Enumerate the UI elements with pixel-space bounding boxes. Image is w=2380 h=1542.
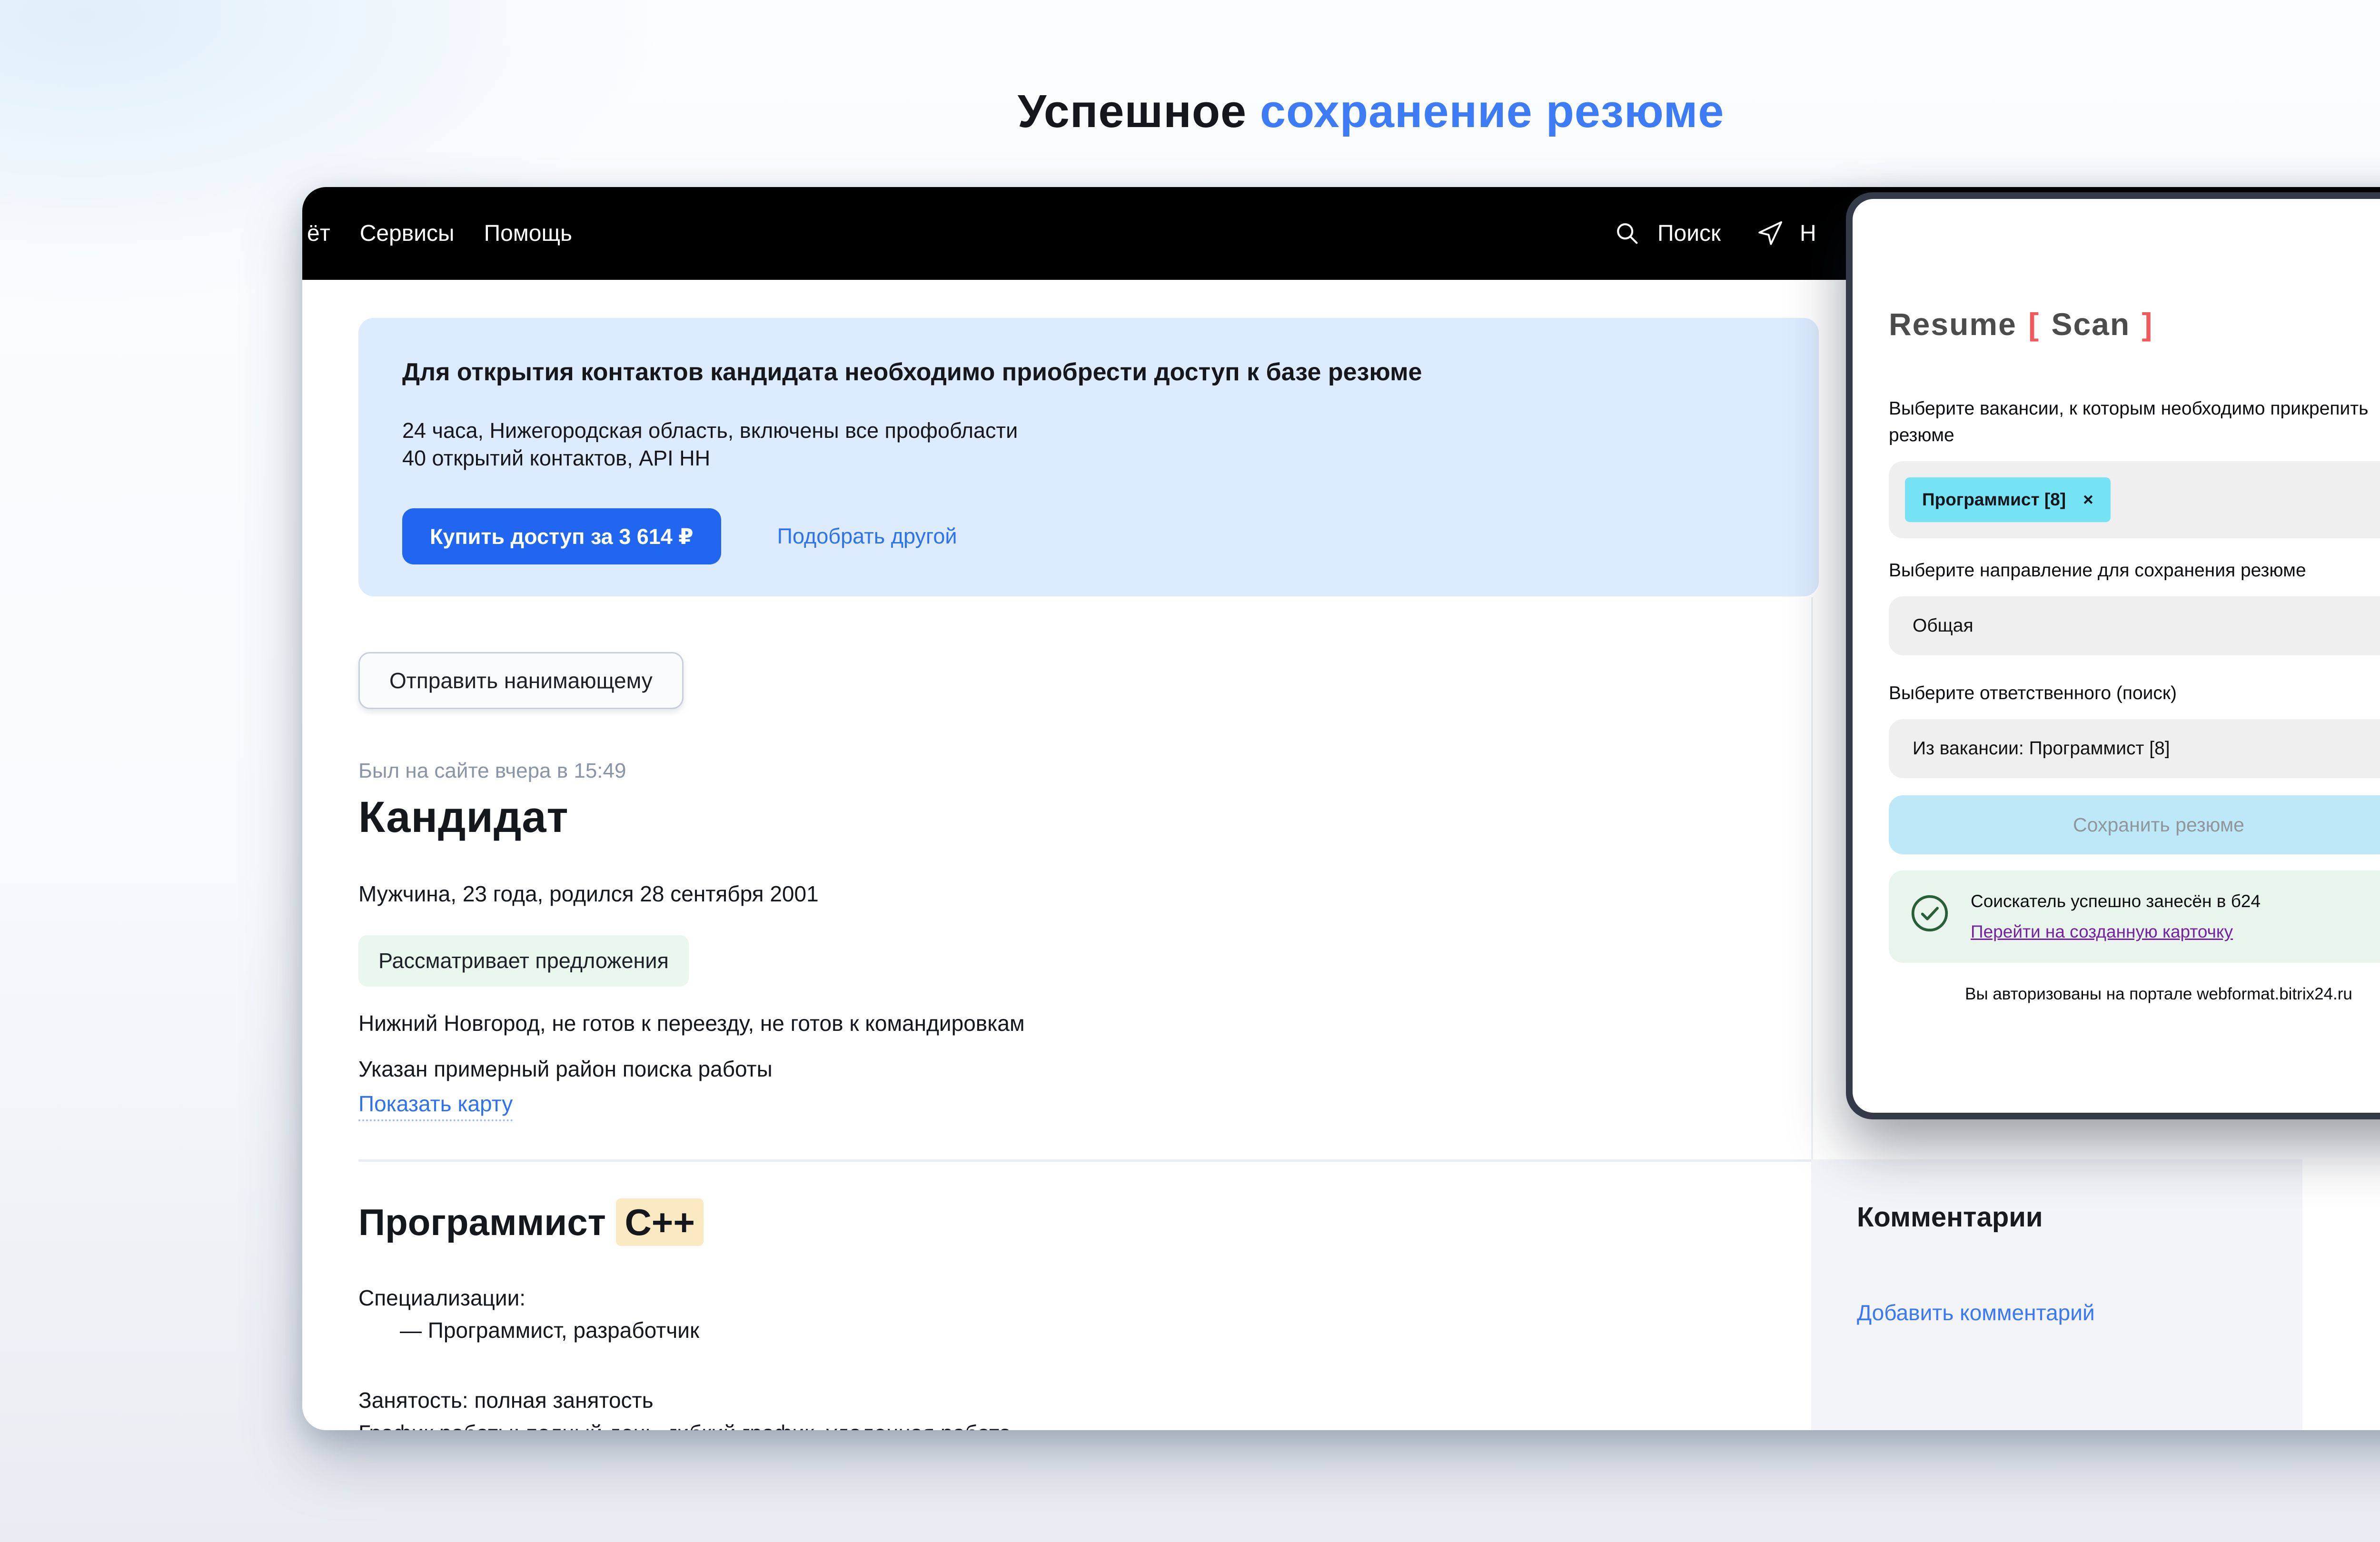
open-created-card-link[interactable]: Перейти на созданную карточку [1971, 922, 2233, 942]
nav-item-services[interactable]: Сервисы [360, 220, 455, 247]
page-title-blue: сохранение резюме [1260, 85, 1724, 137]
comments-title: Комментарии [1857, 1201, 2257, 1233]
specialization-item: — Программист, разработчик [400, 1317, 699, 1343]
add-comment-link[interactable]: Добавить комментарий [1857, 1300, 2095, 1325]
logo-part-scan: Scan [2051, 306, 2130, 342]
resumescan-logo: Resume [ Scan ] [1889, 306, 2155, 342]
banner-actions: Купить доступ за 3 614 ₽ Подобрать друго… [402, 508, 1775, 564]
banner-line-1: 24 часа, Нижегородская область, включены… [402, 417, 1775, 445]
nav-item-search[interactable]: Поиск [1657, 220, 1721, 247]
page-title: Успешное сохранение резюме [0, 85, 2380, 138]
tag-close-icon[interactable]: × [2083, 490, 2093, 510]
banner-heading: Для открытия контактов кандидата необход… [402, 358, 1775, 386]
resumescan-popup-body: Resume [ Scan ] Выберите вакансии, к кот… [1853, 199, 2380, 1113]
candidate-location: Нижний Новгород, не готов к переезду, не… [358, 1010, 1025, 1036]
vertical-divider [1811, 597, 1813, 1159]
direction-select[interactable]: Общая [1889, 596, 2380, 655]
nav-right-group: Поиск Н [1614, 187, 1816, 280]
candidate-summary: Мужчина, 23 года, родился 28 сентября 20… [358, 881, 819, 907]
vacancy-label: Выберите вакансии, к которым необходимо … [1889, 395, 2380, 449]
comments-panel: Комментарии Добавить комментарий [1811, 1159, 2302, 1430]
direction-label: Выберите направление для сохранения резю… [1889, 557, 2380, 584]
banner-subtext: 24 часа, Нижегородская область, включены… [402, 417, 1775, 472]
logo-part-resume: Resume [1889, 306, 2017, 342]
vacancy-field[interactable]: Программист [8] × [1889, 461, 2380, 538]
nav-left-group: ёт Сервисы Помощь [302, 220, 572, 247]
success-message-box: Соискатель успешно занесён в б24 Перейти… [1889, 870, 2380, 963]
responsible-label: Выберите ответственного (поиск) [1889, 680, 2380, 707]
page-title-black: Успешное [1018, 85, 1247, 137]
responsible-select[interactable]: Из вакансии: Программист [8] [1889, 719, 2380, 778]
success-text: Соискатель успешно занесён в б24 [1971, 891, 2261, 911]
nav-item-right-clipped[interactable]: Н [1800, 220, 1816, 247]
schedule-line: График работы: полный день, гибкий графи… [358, 1420, 1011, 1430]
send-to-hirer-button[interactable]: Отправить нанимающему [358, 652, 684, 709]
resumescan-popup: Resume [ Scan ] Выберите вакансии, к кот… [1846, 192, 2380, 1119]
section-divider [358, 1159, 1811, 1162]
logo-bracket-close: ] [2140, 306, 2155, 342]
show-map-link[interactable]: Показать карту [358, 1091, 513, 1121]
check-circle-icon [1908, 891, 1952, 935]
access-banner: Для открытия контактов кандидата необход… [358, 318, 1819, 596]
save-resume-button[interactable]: Сохранить резюме [1889, 795, 2380, 854]
job-title-text: Программист [358, 1201, 606, 1243]
search-icon[interactable] [1614, 220, 1641, 247]
popup-header: Resume [ Scan ] [1889, 306, 2380, 342]
nav-item-help[interactable]: Помощь [484, 220, 572, 247]
specializations-label: Специализации: [358, 1285, 526, 1311]
job-title-highlight: C++ [616, 1198, 703, 1246]
employment-line: Занятость: полная занятость [358, 1387, 654, 1413]
banner-line-2: 40 открытий контактов, API HH [402, 445, 1775, 472]
nav-item-clipped[interactable]: ёт [307, 220, 330, 247]
job-title: Программист C++ [358, 1201, 704, 1244]
candidate-name: Кандидат [358, 792, 569, 842]
candidate-district-note: Указан примерный район поиска работы [358, 1056, 773, 1082]
status-badge: Рассматривает предложения [358, 935, 689, 987]
logo-bracket-open: [ [2026, 306, 2042, 342]
last-seen-text: Был на сайте вчера в 15:49 [358, 759, 626, 783]
vacancy-tag-label: Программист [8] [1922, 490, 2066, 510]
vacancy-tag[interactable]: Программист [8] × [1905, 477, 2111, 522]
pick-other-link[interactable]: Подобрать другой [777, 524, 957, 549]
send-plane-icon[interactable] [1756, 220, 1784, 247]
portal-auth-text: Вы авторизованы на портале webformat.bit… [1889, 985, 2380, 1004]
buy-access-button[interactable]: Купить доступ за 3 614 ₽ [402, 508, 721, 564]
success-message: Соискатель успешно занесён в б24 Перейти… [1971, 891, 2261, 942]
